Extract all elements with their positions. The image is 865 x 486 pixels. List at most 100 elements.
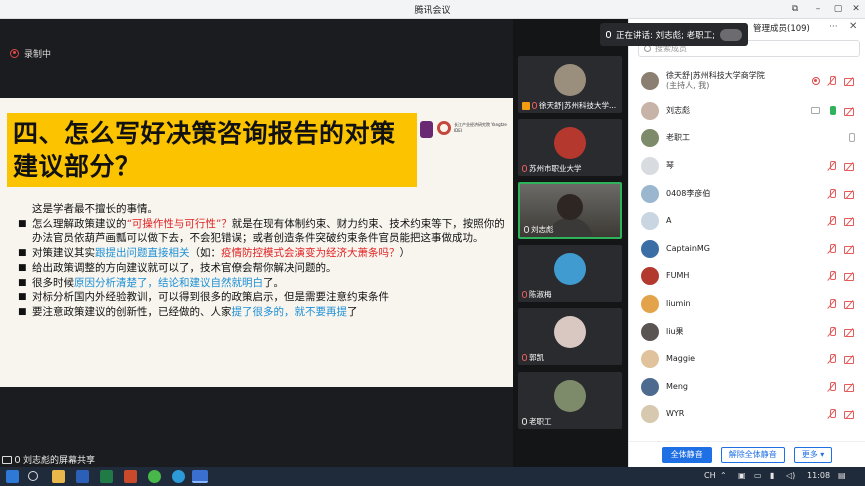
member-list-item[interactable]: WYR xyxy=(629,401,865,429)
member-list-item[interactable]: liu果 xyxy=(629,318,865,346)
member-status-icons xyxy=(828,216,855,227)
mic-active-icon[interactable] xyxy=(828,105,836,116)
mic-muted-icon[interactable] xyxy=(828,188,836,199)
camera-off-icon[interactable] xyxy=(844,107,855,116)
mic-muted-icon[interactable] xyxy=(828,354,836,364)
camera-off-icon[interactable] xyxy=(844,272,855,282)
video-tile[interactable]: 郭凯 xyxy=(518,308,622,365)
member-name: 老职工 xyxy=(666,133,690,143)
camera-off-icon[interactable] xyxy=(844,410,855,420)
avatar xyxy=(554,380,586,412)
wechat-icon[interactable] xyxy=(148,470,161,483)
network-icon[interactable]: ▭ xyxy=(754,471,762,480)
powerpoint-icon[interactable] xyxy=(124,470,137,483)
member-name: A xyxy=(666,216,672,226)
video-tile-name-row: 刘志彪 xyxy=(524,224,620,235)
member-list-item[interactable]: Maggie xyxy=(629,345,865,373)
video-tile[interactable]: 老职工 xyxy=(518,372,622,429)
member-list-item[interactable]: 琴 xyxy=(629,152,865,180)
video-tile[interactable]: 陈淑梅 xyxy=(518,245,622,302)
member-list-item[interactable]: Meng xyxy=(629,373,865,401)
speaking-banner: 正在讲话: 刘志彪; 老职工; xyxy=(600,23,748,46)
mic-icon[interactable] xyxy=(847,133,855,143)
camera-off-icon[interactable] xyxy=(844,383,855,392)
mic-muted-icon[interactable] xyxy=(828,216,836,226)
record-icon[interactable] xyxy=(812,77,820,85)
taskbar-search-icon[interactable] xyxy=(28,471,38,481)
word-icon[interactable] xyxy=(76,470,89,483)
mic-icon xyxy=(522,418,527,425)
member-list-item[interactable]: A xyxy=(629,207,865,235)
member-name: 0408李彦伯 xyxy=(666,188,711,198)
member-list-item[interactable]: 0408李彦伯 xyxy=(629,180,865,208)
panel-footer: 全体静音 解除全体静音 更多 ▾ xyxy=(629,441,865,467)
unmute-all-button[interactable]: 解除全体静音 xyxy=(720,446,785,463)
member-name: liu果 xyxy=(666,326,684,336)
bullet-text-part: （如： xyxy=(189,247,222,260)
more-options-icon[interactable]: ··· xyxy=(829,22,838,32)
member-list-item[interactable]: liumin xyxy=(629,290,865,318)
camera-off-icon[interactable] xyxy=(844,300,855,309)
mic-muted-icon[interactable] xyxy=(828,381,836,392)
video-tile[interactable]: 刘志彪 xyxy=(518,182,622,239)
mic-muted-icon[interactable] xyxy=(828,243,836,254)
screen-share-icon[interactable] xyxy=(811,107,820,115)
mic-icon xyxy=(15,456,20,463)
screen-share-label-group[interactable]: 刘志彪的屏幕共享 xyxy=(2,453,95,466)
record-icon xyxy=(10,48,19,58)
edge-icon[interactable] xyxy=(172,470,185,483)
member-status-icons xyxy=(828,160,855,171)
volume-icon[interactable]: ◁) xyxy=(786,471,795,480)
notification-icon[interactable]: ▤ xyxy=(838,471,846,480)
more-button[interactable]: 更多 ▾ xyxy=(793,446,833,463)
member-list-item[interactable]: 老职工 xyxy=(629,125,865,153)
minimize-icon[interactable]: – xyxy=(811,2,825,16)
battery-icon[interactable]: ▮ xyxy=(770,471,774,480)
file-explorer-icon[interactable] xyxy=(52,470,65,483)
camera-off-icon[interactable] xyxy=(844,328,855,337)
mic-muted-icon[interactable] xyxy=(828,271,836,281)
member-name-block: 老职工 xyxy=(666,133,690,143)
tray-app-icon[interactable]: ▣ xyxy=(738,471,746,480)
mic-muted-icon[interactable] xyxy=(828,326,836,337)
taskbar-clock[interactable]: 11:08 xyxy=(807,471,830,480)
camera-off-icon[interactable] xyxy=(844,190,855,199)
member-name: WYR xyxy=(666,409,685,419)
close-icon[interactable]: ✕ xyxy=(849,2,863,16)
mic-muted-icon[interactable] xyxy=(828,409,836,419)
windows-start-icon[interactable] xyxy=(6,470,19,483)
mic-muted-icon[interactable] xyxy=(828,76,836,86)
avatar xyxy=(641,101,659,120)
camera-off-icon[interactable] xyxy=(844,77,855,86)
avatar xyxy=(641,129,659,148)
member-list-item[interactable]: 徐天舒|苏州科技大学商学院 (主持人, 我) xyxy=(629,65,865,97)
ime-indicator[interactable]: CH xyxy=(704,471,716,480)
video-tile[interactable]: 徐天舒|苏州科技大学... xyxy=(518,56,622,113)
camera-off-icon[interactable] xyxy=(844,162,855,171)
avatar xyxy=(641,377,659,396)
mic-muted-icon[interactable] xyxy=(828,160,836,171)
bullet-marker-icon: ■ xyxy=(18,218,27,229)
bullet-text: 很多时候原因分析清楚了，结论和建议自然就明白了。 xyxy=(32,276,512,291)
maximize-icon[interactable]: ▢ xyxy=(831,2,845,16)
camera-off-icon[interactable] xyxy=(844,245,855,254)
recording-indicator[interactable]: 录制中 xyxy=(10,46,51,60)
camera-off-icon[interactable] xyxy=(844,217,855,227)
member-list-item[interactable]: FUMH xyxy=(629,263,865,291)
member-list-item[interactable]: CaptainMG xyxy=(629,235,865,263)
camera-off-icon[interactable] xyxy=(844,355,855,365)
video-tile[interactable]: 苏州市职业大学 xyxy=(518,119,622,176)
tray-arrow-icon[interactable]: ⌃ xyxy=(720,471,727,480)
member-list-item[interactable]: 刘志彪 xyxy=(629,97,865,125)
mute-all-button[interactable]: 全体静音 xyxy=(661,446,712,463)
bullet-marker-icon: ■ xyxy=(18,292,27,303)
pin-icon[interactable]: ⧉ xyxy=(788,2,802,16)
member-status-icons xyxy=(828,326,855,337)
member-name: Meng xyxy=(666,381,688,391)
presentation-slide: 四、怎么写好决策咨询报告的对策建议部分？ 长江产业经济研究院 Yangtze I… xyxy=(0,98,513,387)
tencent-meeting-taskbar-icon[interactable] xyxy=(192,470,208,483)
mic-muted-icon[interactable] xyxy=(828,298,836,309)
bullet-text-part: “可操作性与可行性”？ xyxy=(126,217,232,230)
excel-icon[interactable] xyxy=(100,470,113,483)
panel-close-icon[interactable]: ✕ xyxy=(849,21,857,32)
